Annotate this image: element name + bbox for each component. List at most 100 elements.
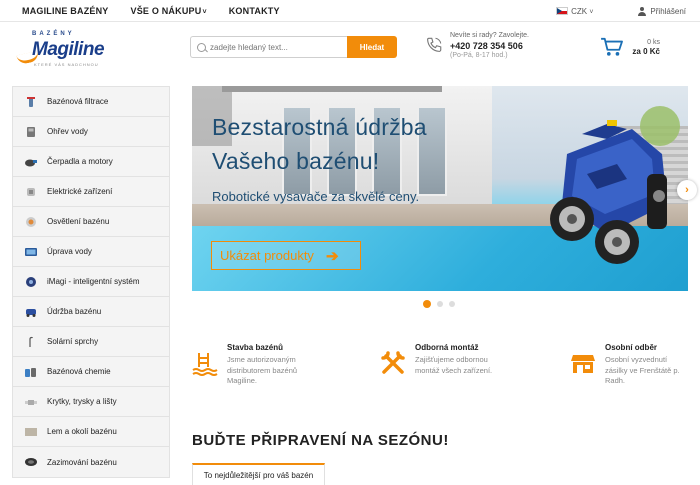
feature-montaz: Odborná montáž Zajišťujeme odbornou mont… [380,343,503,376]
feature-odber: Osobní odběr Osobní vyzvednutí zásilky v… [570,343,685,387]
nav-magiline-bazeny[interactable]: MAGILINE BAZÉNY [22,6,109,16]
winter-icon [24,456,38,468]
search-form: Hledat [190,36,397,58]
sidebar-item-udrzba[interactable]: Údržba bazénu [13,297,169,327]
slider-dot[interactable] [423,300,431,308]
feature-description: Jsme autorizovaným distributorem bazénů … [227,355,298,385]
chemistry-icon [24,366,38,378]
feature-title: Stavba bazénů [227,343,284,352]
nav-label: KONTAKTY [228,6,280,16]
currency-selector[interactable]: CZK ˅ [571,7,593,16]
sidebar-item-label: Bazénová filtrace [47,97,109,106]
slider-dot[interactable] [437,301,443,307]
header: BAZÉNY Magiline KTERÉ VÁS NADCHNOU Hleda… [0,23,700,73]
slider-dots [423,300,461,308]
feature-text: Osobní odběr Osobní vyzvednutí zásilky v… [605,343,685,387]
feature-stavba: Stavba bazénů Jsme autorizovaným distrib… [192,343,315,387]
contact-phone[interactable]: +420 728 354 506 [450,41,529,51]
filter-icon [24,96,38,108]
smart-system-icon [24,276,38,288]
sidebar-item-filtrace[interactable]: Bazénová filtrace [13,87,169,117]
sidebar-item-lem[interactable]: Lem a okolí bazénu [13,417,169,447]
slider-next-button[interactable]: › [677,180,697,200]
sidebar-item-label: Ohřev vody [47,127,88,136]
sidebar-item-elektricke[interactable]: Elektrické zařízení [13,177,169,207]
nav-label: VŠE O NÁKUPU [130,6,202,16]
edge-icon [24,426,38,438]
banner-cta-button[interactable]: Ukázat produkty ➔ [211,241,361,270]
banner-beam [222,86,442,92]
sidebar-item-label: Elektrické zařízení [47,187,113,196]
tab-most-important[interactable]: To nejdůležitější pro váš bazén [192,463,325,485]
heater-icon [24,126,38,138]
sidebar-item-label: Osvětlení bazénu [47,217,110,226]
sidebar-item-label: Lem a okolí bazénu [47,427,117,436]
feature-text: Odborná montáž Zajišťujeme odbornou mont… [415,343,503,376]
nozzle-icon [24,396,38,408]
user-icon [638,6,647,16]
nav-vse-o-nakupu[interactable]: VŠE O NÁKUPU˅ [131,6,207,16]
feature-title: Osobní odběr [605,343,657,352]
logo-tagline: KTERÉ VÁS NADCHNOU [34,62,99,67]
sidebar-item-label: Úprava vody [47,247,92,256]
sidebar-item-zazimovani[interactable]: Zazimování bazénu [13,447,169,477]
banner-headline-line2: Vašeho bazénu! [212,148,380,174]
sidebar-item-osvetleni[interactable]: Osvětlení bazénu [13,207,169,237]
feature-description: Zajišťujeme odbornou montáž všech zaříze… [415,355,493,375]
sidebar-item-label: Čerpadla a motory [47,157,113,166]
sidebar-item-ohrev[interactable]: Ohřev vody [13,117,169,147]
contact-question: Nevíte si rady? Zavolejte. [450,32,529,39]
slider-dot[interactable] [449,301,455,307]
hero-banner[interactable]: Bezstarostná údržba Vašeho bazénu! Robot… [192,86,688,291]
pool-robot-image [550,120,667,264]
search-box [190,36,347,58]
sidebar-item-label: Bazénová chemie [47,367,111,376]
currency-label: CZK [571,6,588,16]
logo-name: Magiline [32,39,105,60]
nav-kontakty[interactable]: KONTAKTY [229,6,280,16]
contact-block: Nevíte si rady? Zavolejte. +420 728 354 … [425,31,529,61]
chevron-down-icon: ˅ [589,8,594,16]
nav-label: MAGILINE BAZÉNY [22,6,109,16]
phone-icon [427,37,442,52]
section-title: BUĎTE PŘIPRAVENÍ NA SEZÓNU! [192,432,449,449]
contact-hours: (Po-Pá, 8-17 hod.) [450,52,508,59]
sidebar-item-krytky[interactable]: Krytky, trysky a lišty [13,387,169,417]
cart-info: 0 ks za 0 Kč [632,38,660,56]
search-button[interactable]: Hledat [347,36,397,58]
feature-description: Osobní vyzvednutí zásilky ve Frenštátě p… [605,355,680,385]
feature-title: Odborná montáž [415,343,479,352]
sidebar-item-chemie[interactable]: Bazénová chemie [13,357,169,387]
chevron-down-icon: ˅ [202,9,207,16]
sidebar-item-solarni-sprchy[interactable]: Solární sprchy [13,327,169,357]
login-link[interactable]: Přihlášení [650,7,686,16]
sidebar-item-imagi[interactable]: iMagi - inteligentní systém [13,267,169,297]
arrow-right-icon: ➔ [325,247,339,265]
robot-icon [24,306,38,318]
banner-subtitle: Robotické vysavače za skvělé ceny. [212,189,420,204]
contact-text: Nevíte si rady? Zavolejte. +420 728 354 … [450,31,529,61]
cart[interactable]: 0 ks za 0 Kč [600,37,660,57]
water-treatment-icon [24,246,38,258]
banner-cta-label: Ukázat produkty [220,248,314,263]
light-icon [24,216,38,228]
logo[interactable]: BAZÉNY Magiline KTERÉ VÁS NADCHNOU [14,29,129,69]
feature-text: Stavba bazénů Jsme autorizovaným distrib… [227,343,315,387]
tools-icon [381,351,405,374]
search-input[interactable] [210,42,340,52]
sidebar-item-label: Solární sprchy [47,337,99,346]
banner-headline-line1: Bezstarostná údržba [212,114,427,140]
top-right-controls: CZK ˅ Přihlášení [556,0,686,22]
category-sidebar: Bazénová filtrace Ohřev vody Čerpadla a … [12,86,170,478]
cart-icon [601,37,624,56]
logo-top-text: BAZÉNY [32,31,75,37]
pool-ladder-icon [192,353,218,376]
sidebar-item-label: Zazimování bazénu [47,457,117,467]
search-icon [197,42,206,52]
sidebar-item-uprava-vody[interactable]: Úprava vody [13,237,169,267]
flag-icon [556,7,569,15]
sidebar-item-label: Krytky, trysky a lišty [47,397,117,406]
cart-price: za 0 Kč [632,47,660,56]
sidebar-item-label: iMagi - inteligentní systém [47,277,140,286]
sidebar-item-cerpadla[interactable]: Čerpadla a motory [13,147,169,177]
